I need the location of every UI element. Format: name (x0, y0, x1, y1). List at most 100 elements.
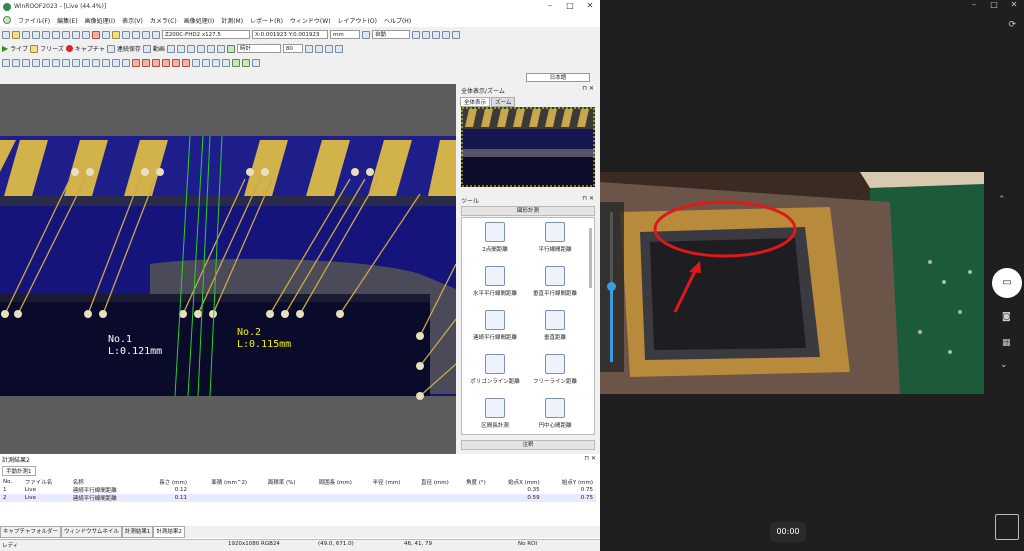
measure-label-2[interactable]: No.2 L:0.115mm (237, 327, 291, 351)
value-field[interactable]: 80 (282, 44, 303, 53)
column-header[interactable]: ファイル名 (22, 478, 70, 486)
image1-icon[interactable] (314, 44, 323, 53)
overlay1-icon[interactable] (166, 44, 175, 53)
text-tool-icon[interactable] (202, 58, 210, 67)
overlay4-icon[interactable] (196, 44, 205, 53)
tool-segment[interactable]: 区間長計測 (462, 394, 528, 436)
tab-manual-measure[interactable]: 手動計測1 (2, 466, 36, 476)
chevron-down-icon[interactable]: ⌄ (1000, 360, 1008, 370)
fill-icon[interactable] (442, 30, 450, 39)
column-header[interactable]: 半径 (mm) (355, 478, 403, 486)
cross-tool-icon[interactable] (102, 58, 110, 67)
overlay3-icon[interactable] (186, 44, 195, 53)
tools-close-icon[interactable]: ⊓ ✕ (582, 195, 594, 202)
column-header[interactable]: 周囲長 (mm) (299, 478, 355, 486)
vline-tool-icon[interactable] (22, 58, 30, 67)
tool-v-parallel[interactable]: 垂直平行線間距離 (522, 262, 588, 304)
segment-tool-icon[interactable] (82, 58, 90, 67)
chevron-up-icon[interactable]: ⌃ (998, 195, 1006, 205)
zoom-slider-thumb[interactable] (607, 282, 616, 291)
hline-tool-icon[interactable] (12, 58, 20, 67)
tab-window-thumbnail[interactable]: ウィンドウサムネイル (60, 526, 122, 538)
polyline-tool-icon[interactable] (62, 58, 70, 67)
menu-edit[interactable]: 編集(E) (57, 16, 77, 25)
cut-icon[interactable] (42, 30, 50, 39)
tool-two-point[interactable]: 2点間距離 (462, 218, 528, 260)
continuous-icon[interactable] (106, 44, 115, 53)
camera-select[interactable]: Z200C-FHD2 x127.5 (162, 30, 250, 39)
eraser-icon[interactable] (452, 30, 460, 39)
polygon-tool-icon[interactable] (172, 58, 180, 67)
overview-thumbnail[interactable] (461, 107, 595, 187)
layout2-icon[interactable] (132, 30, 140, 39)
tab-zoom[interactable]: ズーム (491, 97, 516, 107)
overlay5-icon[interactable] (206, 44, 215, 53)
cam-close-icon[interactable]: ✕ (1004, 0, 1024, 9)
close-icon[interactable]: ✕ (580, 0, 600, 13)
delete-icon[interactable] (92, 30, 100, 39)
point-tool-icon[interactable] (92, 58, 100, 67)
annotation-header[interactable]: 注釈 (461, 440, 595, 450)
menu-edit2[interactable]: 画像処理(I) (85, 16, 115, 25)
tool-polyline[interactable]: ポリゴンライン距離 (462, 350, 528, 392)
menu-camera[interactable]: カメラ(C) (150, 16, 177, 25)
column-header[interactable]: 始点Y (mm) (543, 478, 596, 486)
tool-h-parallel[interactable]: 水平平行線間距離 (462, 262, 528, 304)
tab-overview[interactable]: 全体表示 (460, 97, 491, 107)
tool-perpendicular[interactable]: 垂直距離 (522, 306, 588, 348)
zoom-mode-select[interactable]: 自動 (372, 30, 410, 39)
column-header[interactable]: 面積率 (%) (250, 478, 298, 486)
camera-switch-icon[interactable]: ⟳ (1008, 20, 1016, 30)
tool-circle-center[interactable]: 円中心間距離 (522, 394, 588, 436)
paste-icon[interactable] (62, 30, 70, 39)
capture-button[interactable]: キャプチャ (75, 44, 105, 53)
tab-capture-folder[interactable]: キャプチャフォルダー (0, 526, 61, 538)
grid1-icon[interactable] (232, 58, 240, 67)
freeze-button[interactable]: フリーズ (40, 44, 64, 53)
table-row[interactable]: 2 Live 連続平行線間距離 0.11 0.59 0.75 (0, 494, 596, 502)
freeline-tool-icon[interactable] (72, 58, 80, 67)
column-header[interactable]: 角度 (°) (452, 478, 489, 486)
layout3-icon[interactable] (142, 30, 150, 39)
arrow-tool-icon[interactable] (192, 58, 200, 67)
zoom-icon[interactable] (362, 30, 370, 39)
menu-image[interactable]: 画像処理(I) (184, 16, 214, 25)
tool-multi-parallel[interactable]: 連続平行線間距離 (462, 306, 528, 348)
undo-icon[interactable] (72, 30, 80, 39)
multi-parallel-tool-icon[interactable] (42, 58, 50, 67)
new-icon[interactable] (2, 30, 10, 39)
play-icon[interactable]: ▶ (2, 44, 8, 53)
angle2-tool-icon[interactable] (122, 58, 130, 67)
app-menu-icon[interactable] (3, 16, 11, 24)
globe-icon[interactable] (304, 44, 313, 53)
line-tool-icon[interactable] (2, 58, 10, 67)
minimize-icon[interactable]: – (540, 0, 560, 13)
pen-icon[interactable] (432, 30, 440, 39)
menu-window[interactable]: ウィンドウ(W) (290, 16, 331, 25)
curve-tool-icon[interactable] (212, 58, 220, 67)
column-header[interactable]: No. (0, 478, 22, 486)
live-image-view[interactable]: No.1 L:0.121mm No.2 L:0.115mm (0, 84, 457, 454)
column-header[interactable]: 始点X (mm) (489, 478, 543, 486)
overlay6-icon[interactable] (216, 44, 225, 53)
grid3-icon[interactable] (252, 58, 260, 67)
layout1-icon[interactable] (122, 30, 130, 39)
copy-icon[interactable] (52, 30, 60, 39)
tab-results-2[interactable]: 計測結果2 (153, 526, 185, 538)
video-mode-button[interactable]: ▭ (992, 268, 1022, 298)
column-header[interactable]: 長さ (mm) (142, 478, 190, 486)
results-close-icon[interactable]: ⊓ ✕ (584, 455, 596, 462)
tool-freeline[interactable]: フリーライン距離 (522, 350, 588, 392)
angle-tool-icon[interactable] (112, 58, 120, 67)
maximize-icon[interactable]: □ (560, 0, 580, 13)
help-icon[interactable] (112, 30, 120, 39)
image2-icon[interactable] (324, 44, 333, 53)
circle2-tool-icon[interactable] (142, 58, 150, 67)
record-icon[interactable] (65, 45, 73, 52)
cam-maximize-icon[interactable]: □ (984, 0, 1004, 9)
cam-minimize-icon[interactable]: – (964, 0, 984, 9)
grid2-icon[interactable] (242, 58, 250, 67)
menu-help[interactable]: ヘルプ(H) (384, 16, 411, 25)
open-icon[interactable] (12, 30, 20, 39)
menu-view[interactable]: 表示(V) (122, 16, 143, 25)
